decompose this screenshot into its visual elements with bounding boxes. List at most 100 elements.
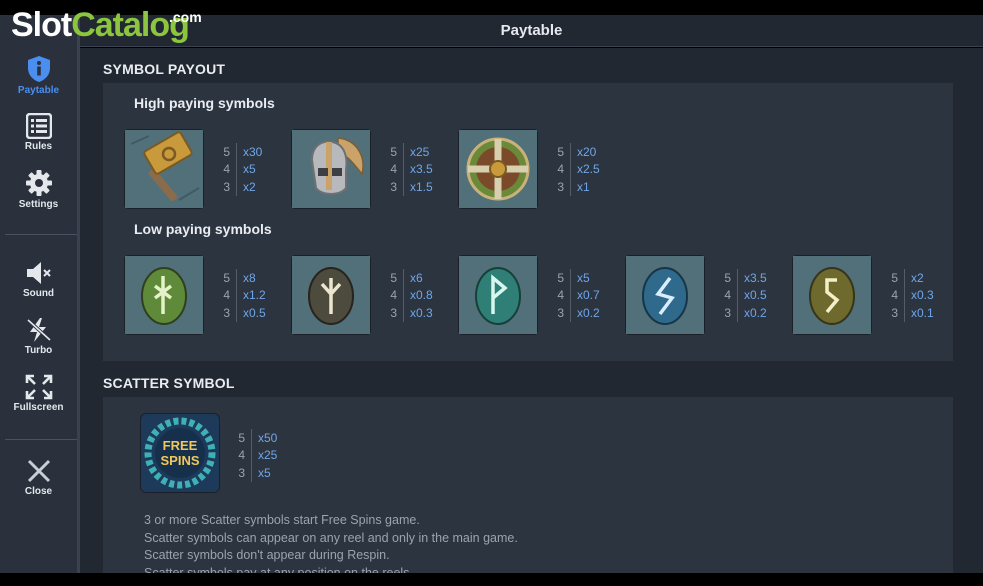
blue-rune-payouts: 5 x3.5 4 x0.5 3 x0.2 bbox=[719, 269, 789, 322]
payout-multiplier: x1 bbox=[577, 179, 590, 194]
payout-multiplier: x5 bbox=[577, 270, 590, 285]
payout-count: 5 bbox=[557, 270, 564, 285]
free-spins-text-1: FREE bbox=[163, 438, 198, 453]
scatter-payouts: 5 x50 4 x25 3 x5 bbox=[233, 429, 303, 482]
payout-multiplier: x2 bbox=[911, 270, 924, 285]
payout-multiplier: x1.2 bbox=[243, 288, 266, 303]
payout-multiplier: x50 bbox=[258, 430, 278, 445]
payout-row: 3 x0.2 bbox=[552, 304, 622, 322]
sidebar-item-fullscreen[interactable]: Fullscreen bbox=[0, 374, 77, 413]
payout-row: 3 x0.3 bbox=[385, 304, 455, 322]
sidebar-divider bbox=[5, 439, 77, 440]
payout-count: 3 bbox=[390, 179, 397, 194]
sidebar-label-turbo: Turbo bbox=[24, 345, 53, 356]
payout-row: 5 x5 bbox=[552, 269, 622, 287]
payout-row: 3 x2 bbox=[218, 178, 288, 196]
payout-count: 3 bbox=[724, 305, 731, 320]
bottom-strip bbox=[0, 573, 983, 586]
page-title: Paytable bbox=[500, 22, 563, 39]
payout-row: 3 x5 bbox=[233, 464, 303, 482]
payout-multiplier: x6 bbox=[410, 270, 423, 285]
sidebar-item-sound[interactable]: Sound bbox=[0, 260, 77, 299]
payout-multiplier: x0.3 bbox=[410, 305, 433, 320]
payout-multiplier: x5 bbox=[258, 465, 271, 480]
payout-multiplier: x25 bbox=[258, 448, 278, 463]
payout-row: 3 x0.1 bbox=[886, 304, 956, 322]
payout-count: 5 bbox=[390, 144, 397, 159]
payout-row: 5 x6 bbox=[385, 269, 455, 287]
payout-row: 4 x1.2 bbox=[218, 286, 288, 304]
green-rune-payouts: 5 x8 4 x1.2 3 x0.5 bbox=[218, 269, 288, 322]
payout-row: 4 x25 bbox=[233, 446, 303, 464]
payout-row: 5 x50 bbox=[233, 429, 303, 447]
scatter-rule: Scatter symbols can appear on any reel a… bbox=[144, 530, 518, 545]
payout-multiplier: x0.1 bbox=[911, 305, 934, 320]
payout-count: 5 bbox=[238, 430, 245, 445]
payout-count: 4 bbox=[891, 288, 898, 303]
payout-multiplier: x3.5 bbox=[744, 270, 767, 285]
scatter-rule: 3 or more Scatter symbols start Free Spi… bbox=[144, 513, 420, 527]
sidebar-label-settings: Settings bbox=[18, 199, 59, 210]
hammer-symbol bbox=[124, 129, 204, 209]
payout-count: 5 bbox=[557, 144, 564, 159]
payout-multiplier: x2.5 bbox=[577, 162, 600, 177]
payout-multiplier: x0.7 bbox=[577, 288, 600, 303]
sidebar: Paytable Rules Settings Sound Turbo Full… bbox=[0, 15, 80, 573]
watermark-logo: SlotCatalog .com bbox=[11, 8, 202, 42]
olive-rune-payouts: 5 x2 4 x0.3 3 x0.1 bbox=[886, 269, 956, 322]
sidebar-item-paytable[interactable]: Paytable bbox=[0, 55, 77, 96]
payout-multiplier: x3.5 bbox=[410, 162, 433, 177]
olive-rune-symbol bbox=[792, 255, 872, 335]
payout-count: 4 bbox=[557, 288, 564, 303]
blue-rune-symbol bbox=[625, 255, 705, 335]
gear-icon bbox=[25, 170, 52, 196]
payout-row: 3 x1 bbox=[552, 178, 622, 196]
payout-count: 4 bbox=[238, 448, 245, 463]
payout-row: 3 x0.5 bbox=[218, 304, 288, 322]
paytable-content[interactable]: SYMBOL PAYOUT High paying symbols 5 x30 4… bbox=[80, 48, 983, 573]
payout-count: 5 bbox=[724, 270, 731, 285]
payout-row: 5 x25 bbox=[385, 143, 455, 161]
payout-row: 4 x5 bbox=[218, 160, 288, 178]
free-spins-text-2: SPINS bbox=[160, 453, 199, 468]
sidebar-label-rules: Rules bbox=[24, 141, 53, 152]
sidebar-label-sound: Sound bbox=[22, 288, 55, 299]
symbol-payout-panel: High paying symbols 5 x30 4 x5 3 x2 5 x2… bbox=[103, 83, 953, 361]
payout-count: 3 bbox=[891, 305, 898, 320]
payout-multiplier: x0.8 bbox=[410, 288, 433, 303]
teal-rune-symbol bbox=[458, 255, 538, 335]
payout-count: 3 bbox=[223, 179, 230, 194]
payout-multiplier: x30 bbox=[243, 144, 263, 159]
payout-multiplier: x8 bbox=[243, 270, 256, 285]
payout-count: 4 bbox=[390, 288, 397, 303]
sidebar-item-close[interactable]: Close bbox=[0, 458, 77, 497]
shield-payouts: 5 x20 4 x2.5 3 x1 bbox=[552, 143, 622, 196]
payout-row: 5 x3.5 bbox=[719, 269, 789, 287]
shield-symbol bbox=[458, 129, 538, 209]
payout-count: 3 bbox=[557, 305, 564, 320]
winged-helmet-symbol bbox=[291, 129, 371, 209]
speaker-muted-icon bbox=[26, 262, 51, 284]
payout-count: 3 bbox=[390, 305, 397, 320]
dark-rune-symbol bbox=[291, 255, 371, 335]
payout-count: 5 bbox=[223, 270, 230, 285]
payout-count: 3 bbox=[223, 305, 230, 320]
payout-multiplier: x0.5 bbox=[744, 288, 767, 303]
payout-count: 3 bbox=[238, 465, 245, 480]
title-bar: Paytable bbox=[80, 15, 983, 47]
payout-count: 5 bbox=[223, 144, 230, 159]
dark-rune-payouts: 5 x6 4 x0.8 3 x0.3 bbox=[385, 269, 455, 322]
payout-row: 4 x0.8 bbox=[385, 286, 455, 304]
lightning-off-icon bbox=[26, 318, 51, 342]
sidebar-item-settings[interactable]: Settings bbox=[0, 169, 77, 210]
sidebar-item-turbo[interactable]: Turbo bbox=[0, 317, 77, 356]
payout-count: 4 bbox=[557, 162, 564, 177]
payout-row: 5 x2 bbox=[886, 269, 956, 287]
payout-row: 4 x0.7 bbox=[552, 286, 622, 304]
payout-row: 4 x3.5 bbox=[385, 160, 455, 178]
fullscreen-icon bbox=[25, 374, 52, 400]
sidebar-item-rules[interactable]: Rules bbox=[0, 113, 77, 152]
payout-multiplier: x0.5 bbox=[243, 305, 266, 320]
payout-multiplier: x0.2 bbox=[744, 305, 767, 320]
winged-helmet-payouts: 5 x25 4 x3.5 3 x1.5 bbox=[385, 143, 455, 196]
